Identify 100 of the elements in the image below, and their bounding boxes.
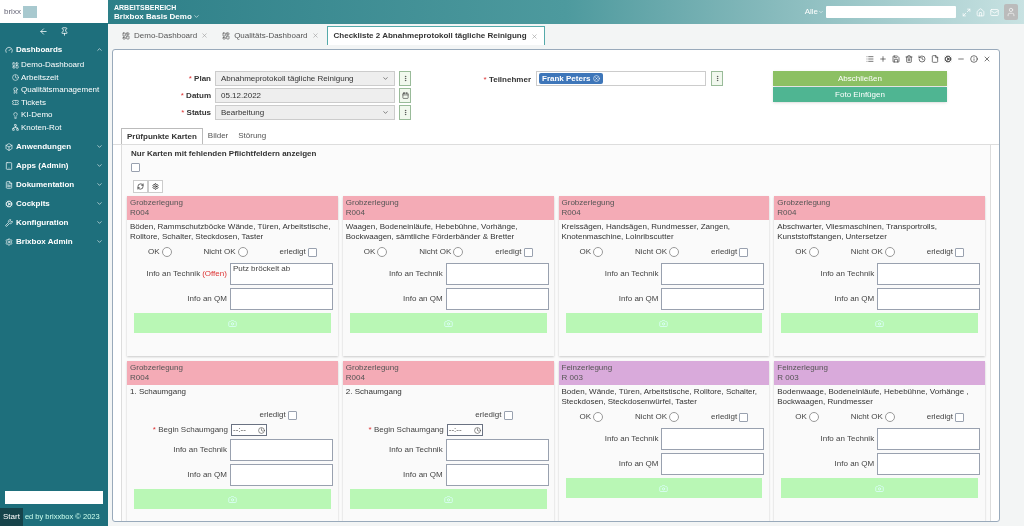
home-icon[interactable]: [976, 7, 985, 17]
workspace-selector[interactable]: Brixbox Basis Demo: [114, 12, 200, 21]
remove-icon[interactable]: [593, 75, 601, 82]
global-search-field[interactable]: [826, 6, 956, 18]
network-icon: [12, 124, 19, 132]
text-area[interactable]: [229, 464, 333, 486]
sidebar-item[interactable]: Dokumentation: [0, 175, 108, 194]
delete-icon[interactable]: [905, 55, 913, 63]
time-input[interactable]: --:--: [446, 424, 483, 436]
done-checkbox[interactable]: [739, 412, 749, 422]
time-input[interactable]: --:--: [231, 424, 267, 436]
settings-button[interactable]: [148, 180, 163, 193]
info-icon[interactable]: [970, 55, 978, 63]
done-checkbox[interactable]: [955, 247, 964, 257]
text-area[interactable]: [661, 428, 765, 450]
radio-button[interactable]: [669, 412, 680, 422]
select-field[interactable]: Bearbeitung: [215, 105, 395, 120]
radio-button[interactable]: [669, 247, 680, 257]
history-icon[interactable]: [918, 55, 926, 63]
done-checkbox[interactable]: [739, 247, 749, 257]
sidebar-subitem[interactable]: Tickets: [12, 96, 108, 109]
text-area[interactable]: [877, 288, 980, 310]
content-tab[interactable]: Bilder: [202, 128, 234, 144]
document-icon[interactable]: [931, 55, 939, 63]
done-checkbox[interactable]: [307, 247, 317, 257]
menu-button[interactable]: [711, 71, 723, 86]
calendar-button[interactable]: [399, 88, 411, 103]
radio-button[interactable]: [377, 247, 388, 257]
camera-icon: [875, 483, 885, 493]
content-tab[interactable]: Störung: [233, 128, 272, 144]
sidebar-search-field[interactable]: [5, 491, 103, 504]
calendar-icon: [401, 92, 409, 99]
filter-checkbox[interactable]: [131, 163, 140, 172]
done-checkbox[interactable]: [523, 247, 533, 257]
text-area[interactable]: Putz bröckelt ab: [229, 263, 333, 285]
field-label: Info an Technik: [146, 268, 201, 280]
radio-button[interactable]: [884, 412, 895, 422]
text-area[interactable]: [661, 263, 765, 285]
sidebar-item[interactable]: Konfiguration: [0, 213, 108, 232]
dashboard-icon: [122, 31, 130, 40]
camera-icon: [443, 494, 453, 504]
done-checkbox[interactable]: [503, 410, 513, 420]
radio-button[interactable]: [593, 412, 604, 422]
text-area[interactable]: [445, 464, 549, 486]
sidebar-subitem[interactable]: KI-Demo: [12, 109, 108, 122]
refresh-icon: [137, 183, 144, 190]
radio-button[interactable]: [237, 247, 248, 257]
sidebar-subitem[interactable]: Qualitätsmanagement: [12, 84, 108, 97]
page-tab[interactable]: Qualitäts-Dashboard: [216, 26, 325, 45]
save-icon[interactable]: [892, 55, 900, 63]
done-checkbox[interactable]: [955, 412, 964, 422]
sidebar-subitem[interactable]: Arbeitszeit: [12, 71, 108, 84]
text-area[interactable]: [661, 453, 765, 475]
sidebar-item[interactable]: Anwendungen: [0, 137, 108, 156]
fullscreen-icon[interactable]: [962, 7, 971, 17]
start-button[interactable]: Start: [0, 508, 23, 526]
sidebar-item[interactable]: Cockpits: [0, 194, 108, 213]
text-area[interactable]: [661, 288, 765, 310]
card-room: R004: [130, 373, 151, 383]
menu-button[interactable]: [399, 71, 411, 86]
sidebar-item[interactable]: Dashboards: [0, 40, 108, 59]
settings-icon[interactable]: [944, 55, 952, 63]
menu-button[interactable]: [399, 105, 411, 120]
page-tab[interactable]: Demo-Dashboard: [116, 26, 215, 45]
text-area[interactable]: [877, 263, 980, 285]
back-icon[interactable]: [39, 27, 48, 36]
list-icon[interactable]: [866, 55, 874, 63]
text-area[interactable]: [445, 263, 549, 285]
text-area[interactable]: [229, 288, 333, 310]
sidebar-subitem[interactable]: Demo-Dashboard: [12, 59, 108, 72]
participants-field[interactable]: Frank Peters: [536, 71, 706, 86]
sidebar-item[interactable]: Apps (Admin): [0, 156, 108, 175]
minimize-icon[interactable]: [957, 55, 965, 63]
radio-button[interactable]: [808, 412, 819, 422]
add-icon[interactable]: [879, 55, 887, 63]
avatar[interactable]: [1004, 4, 1018, 20]
mail-icon[interactable]: [990, 7, 999, 17]
sidebar-subitem[interactable]: Knoten-Rot: [12, 121, 108, 134]
participant-chip[interactable]: Frank Peters: [539, 73, 604, 84]
radio-button[interactable]: [593, 247, 604, 257]
text-area[interactable]: [877, 428, 980, 450]
close-icon[interactable]: [983, 55, 991, 63]
content-tab[interactable]: Prüfpunkte Karten: [121, 128, 203, 144]
date-field[interactable]: 05.12.2022: [215, 88, 395, 103]
text-area[interactable]: [877, 453, 980, 475]
radio-button[interactable]: [453, 247, 464, 257]
radio-button[interactable]: [884, 247, 895, 257]
select-field[interactable]: Abnahmeprotokoll tägliche Reinigung: [215, 71, 395, 86]
sidebar-item[interactable]: Brixbox Admin: [0, 232, 108, 251]
text-area[interactable]: [445, 288, 549, 310]
card-description: Boden, Wände, Türen, Arbeitstische, Rolltore, Schalter, Steckdosen, Steckdosenwürfel, Taster: [560, 386, 758, 408]
radio-button[interactable]: [808, 247, 819, 257]
filter-label: Nur Karten mit fehlenden Pflichtfeldern anzeigen: [130, 148, 318, 160]
text-area[interactable]: [445, 439, 549, 461]
pin-icon[interactable]: [60, 27, 69, 36]
refresh-button[interactable]: [133, 180, 148, 193]
done-checkbox[interactable]: [287, 410, 297, 420]
page-tab[interactable]: Checkliste 2 Abnahmeprotokoll tägliche Reinigung: [326, 26, 545, 45]
radio-button[interactable]: [161, 247, 172, 257]
text-area[interactable]: [229, 439, 333, 461]
